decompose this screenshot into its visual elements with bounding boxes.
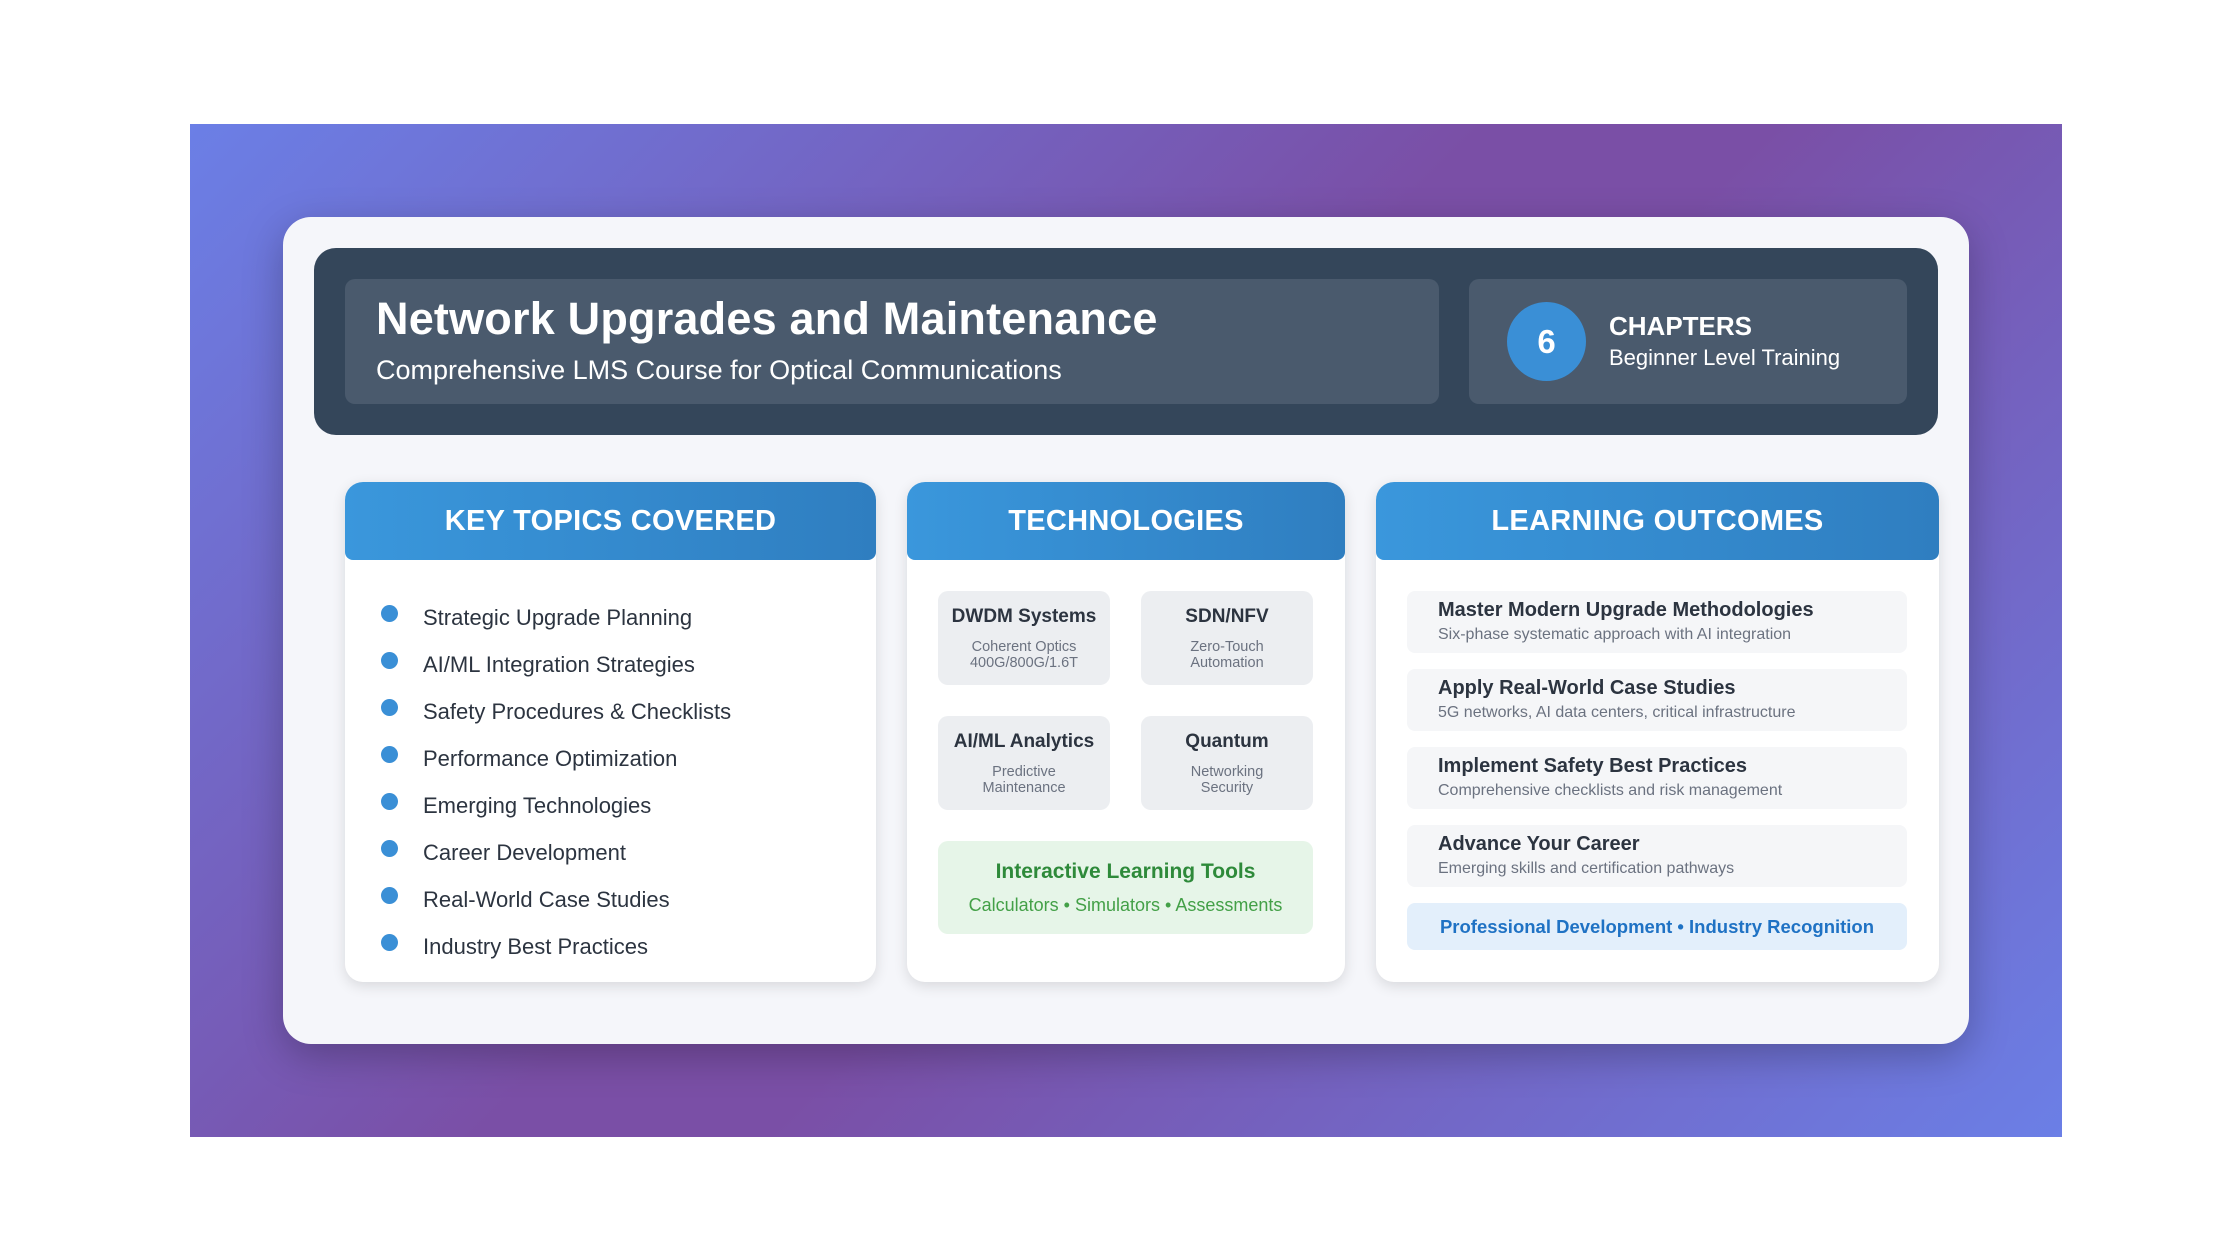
technologies-heading: TECHNOLOGIES	[907, 482, 1345, 560]
outcome-item: Master Modern Upgrade Methodologies Six-…	[1407, 591, 1907, 653]
tech-desc: Networking Security	[1190, 764, 1264, 796]
interactive-tools-box: Interactive Learning Tools Calculators •…	[938, 841, 1313, 934]
tech-tile-sdn-nfv: SDN/NFV Zero-Touch Automation	[1141, 591, 1313, 685]
topic-label: Career Development	[423, 839, 626, 865]
tech-tile-dwdm: DWDM Systems Coherent Optics 400G/800G/1.…	[938, 591, 1110, 685]
list-item: Real-World Case Studies	[381, 876, 731, 923]
topic-label: Performance Optimization	[423, 745, 678, 771]
list-item: AI/ML Integration Strategies	[381, 641, 731, 688]
learning-outcomes-heading: LEARNING OUTCOMES	[1376, 482, 1939, 560]
bullet-dot-icon	[381, 746, 398, 763]
tech-tile-ai-ml: AI/ML Analytics Predictive Maintenance	[938, 716, 1110, 810]
tech-name: AI/ML Analytics	[953, 731, 1095, 752]
recognition-banner: Professional Development • Industry Reco…	[1407, 903, 1907, 950]
course-header: Network Upgrades and Maintenance Compreh…	[314, 248, 1938, 435]
bullet-dot-icon	[381, 934, 398, 951]
outcome-item: Advance Your Career Emerging skills and …	[1407, 825, 1907, 887]
topic-label: Industry Best Practices	[423, 933, 648, 959]
outcome-desc: 5G networks, AI data centers, critical i…	[1438, 704, 1796, 721]
chapter-count-badge: 6	[1507, 302, 1586, 381]
course-subtitle: Comprehensive LMS Course for Optical Com…	[376, 355, 1062, 385]
outcome-item: Apply Real-World Case Studies 5G network…	[1407, 669, 1907, 731]
tech-name: SDN/NFV	[1185, 606, 1269, 627]
bullet-dot-icon	[381, 793, 398, 810]
bullet-dot-icon	[381, 887, 398, 904]
tech-desc: Predictive Maintenance	[982, 764, 1066, 796]
tools-title: Interactive Learning Tools	[995, 860, 1256, 883]
tech-name: Quantum	[1185, 731, 1269, 752]
topic-label: Safety Procedures & Checklists	[423, 698, 732, 724]
technologies-panel: TECHNOLOGIES DWDM Systems Coherent Optic…	[907, 482, 1345, 982]
list-item: Safety Procedures & Checklists	[381, 688, 731, 735]
outcome-desc: Six-phase systematic approach with AI in…	[1438, 626, 1792, 643]
list-item: Emerging Technologies	[381, 782, 731, 829]
list-item: Strategic Upgrade Planning	[381, 594, 731, 641]
outcome-title: Master Modern Upgrade Methodologies	[1438, 599, 1814, 621]
outcome-title: Implement Safety Best Practices	[1438, 755, 1748, 777]
tech-desc: Coherent Optics 400G/800G/1.6T	[969, 639, 1078, 671]
bullet-dot-icon	[381, 652, 398, 669]
outcome-item: Implement Safety Best Practices Comprehe…	[1407, 747, 1907, 809]
outcome-title: Advance Your Career	[1438, 833, 1640, 855]
outcome-desc: Comprehensive checklists and risk manage…	[1438, 782, 1783, 799]
key-topics-heading: KEY TOPICS COVERED	[345, 482, 876, 560]
tools-subtitle: Calculators • Simulators • Assessments	[968, 895, 1283, 915]
topic-label: Real-World Case Studies	[423, 886, 670, 912]
chapters-label: CHAPTERS	[1609, 311, 1753, 341]
tech-desc: Zero-Touch Automation	[1190, 639, 1264, 671]
course-title: Network Upgrades and Maintenance	[376, 293, 1158, 344]
level-label: Beginner Level Training	[1609, 345, 1841, 370]
chapters-box: 6 CHAPTERS Beginner Level Training	[1469, 279, 1907, 404]
topics-list: Strategic Upgrade Planning AI/ML Integra…	[381, 594, 731, 970]
tech-name: DWDM Systems	[951, 606, 1097, 627]
topic-label: AI/ML Integration Strategies	[423, 651, 695, 677]
learning-outcomes-panel: LEARNING OUTCOMES Master Modern Upgrade …	[1376, 482, 1939, 982]
bullet-dot-icon	[381, 605, 398, 622]
list-item: Performance Optimization	[381, 735, 731, 782]
list-item: Industry Best Practices	[381, 923, 731, 970]
bullet-dot-icon	[381, 840, 398, 857]
course-card: Network Upgrades and Maintenance Compreh…	[283, 217, 1969, 1044]
topic-label: Strategic Upgrade Planning	[423, 604, 693, 630]
tech-tile-quantum: Quantum Networking Security	[1141, 716, 1313, 810]
bullet-dot-icon	[381, 699, 398, 716]
outcome-title: Apply Real-World Case Studies	[1438, 677, 1736, 699]
outcome-desc: Emerging skills and certification pathwa…	[1438, 860, 1735, 877]
topic-label: Emerging Technologies	[423, 792, 652, 818]
gradient-background: Network Upgrades and Maintenance Compreh…	[190, 124, 2062, 1137]
list-item: Career Development	[381, 829, 731, 876]
key-topics-panel: KEY TOPICS COVERED Strategic Upgrade Pla…	[345, 482, 876, 982]
title-box: Network Upgrades and Maintenance Compreh…	[345, 279, 1439, 404]
